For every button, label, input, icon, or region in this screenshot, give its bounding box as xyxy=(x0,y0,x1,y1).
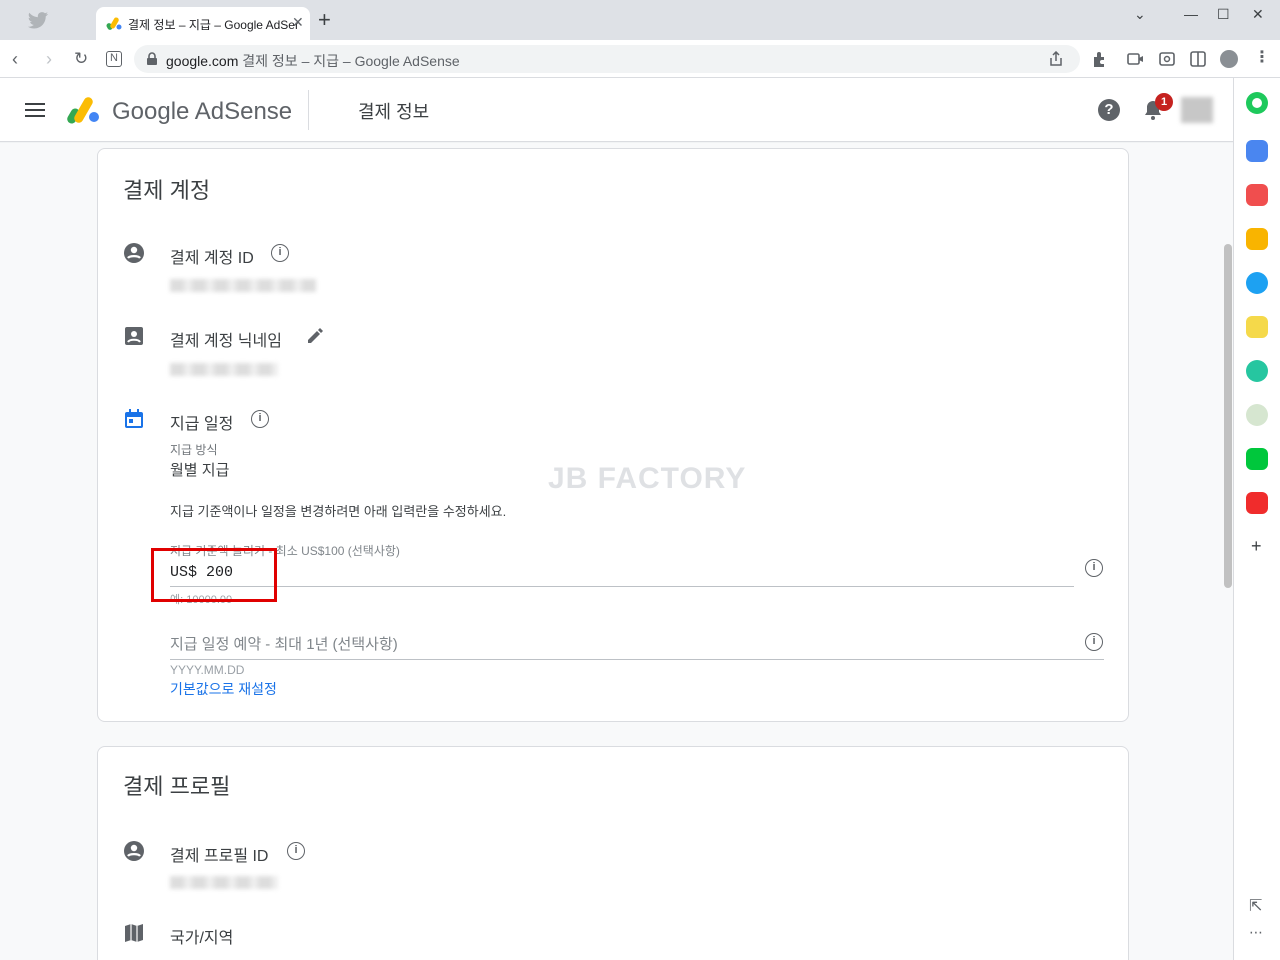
translate-icon[interactable] xyxy=(1246,272,1268,294)
map-icon xyxy=(125,924,143,942)
change-note: 지급 기준액이나 일정을 변경하려면 아래 입력란을 수정하세요. xyxy=(170,504,507,519)
character-icon[interactable] xyxy=(1246,404,1268,426)
account-id-label: 결제 계정 ID xyxy=(170,250,254,267)
notification-badge: 1 xyxy=(1155,93,1173,111)
schedule-date-info-icon[interactable]: i xyxy=(1085,633,1103,651)
payment-profile-card: 결제 프로필 결제 프로필 ID i 국가/지역 xyxy=(97,746,1129,960)
card-title: 결제 프로필 xyxy=(123,774,231,799)
browser-tab-bar: 결제 정보 – 지급 – Google AdSense ✕ + ⌄ — ☐ ✕ xyxy=(0,0,1280,40)
schedule-info-icon[interactable]: i xyxy=(251,410,269,428)
edit-pencil-icon[interactable] xyxy=(305,326,325,346)
green-app-icon[interactable] xyxy=(1246,92,1268,114)
url-text: google.com 결제 정보 – 지급 – Google AdSense xyxy=(166,51,460,71)
watermark: JB FACTORY xyxy=(548,462,747,495)
profile-id-label: 결제 프로필 ID xyxy=(170,848,269,865)
page-title: 결제 정보 xyxy=(358,102,430,122)
reload-icon[interactable]: ↻ xyxy=(74,49,88,69)
tab-search-chevron-icon[interactable]: ⌄ xyxy=(1134,6,1146,23)
schedule-date-hint: YYYY.MM.DD xyxy=(170,663,245,677)
calendar-icon xyxy=(125,409,143,428)
url-path: 결제 정보 – 지급 – Google AdSense xyxy=(242,53,460,69)
new-tab-button[interactable]: + xyxy=(318,9,331,31)
profile-id-value-redacted xyxy=(170,876,278,889)
tab-close-icon[interactable]: ✕ xyxy=(292,14,304,31)
back-icon[interactable]: ‹ xyxy=(12,49,18,69)
main-menu-icon[interactable] xyxy=(25,103,45,117)
add-app-icon[interactable]: + xyxy=(1251,536,1262,557)
nickname-value-redacted xyxy=(170,363,278,376)
account-id-info-icon[interactable]: i xyxy=(271,244,289,262)
sidebar-more-icon[interactable]: ⋯ xyxy=(1249,924,1263,941)
profile-id-info-icon[interactable]: i xyxy=(287,842,305,860)
twitter-bird-icon xyxy=(27,12,48,29)
minimize-icon[interactable]: — xyxy=(1184,6,1198,22)
account-id-value-redacted xyxy=(170,279,316,292)
threshold-underline xyxy=(170,586,1074,587)
tab-title: 결제 정보 – 지급 – Google AdSense xyxy=(128,18,298,32)
threshold-info-icon[interactable]: i xyxy=(1085,559,1103,577)
help-icon[interactable]: ? xyxy=(1098,99,1120,121)
card-title: 결제 계정 xyxy=(123,178,211,203)
side-panel-icon[interactable] xyxy=(1189,50,1207,68)
contact-card-icon xyxy=(125,327,143,345)
close-window-icon[interactable]: ✕ xyxy=(1252,6,1264,23)
video-icon[interactable] xyxy=(1126,50,1144,68)
account-circle-icon xyxy=(124,841,144,861)
share-icon[interactable] xyxy=(1048,51,1064,67)
account-circle-icon xyxy=(124,243,144,263)
menu-dots-icon[interactable]: ⋮ xyxy=(1254,48,1270,68)
browser-tab-active[interactable]: 결제 정보 – 지급 – Google AdSense ✕ xyxy=(96,7,310,40)
now-icon[interactable] xyxy=(1246,492,1268,514)
play-icon[interactable] xyxy=(1246,360,1268,382)
schedule-date-underline xyxy=(170,659,1104,660)
pocket-icon[interactable] xyxy=(1246,184,1268,206)
open-external-icon[interactable]: ⇱ xyxy=(1249,896,1262,916)
country-label: 국가/지역 xyxy=(170,930,234,947)
adsense-logo-icon xyxy=(67,97,99,124)
highlight-annotation-box xyxy=(151,548,277,602)
brand-name: Google AdSense xyxy=(112,98,293,125)
naver-n-icon[interactable]: N xyxy=(106,51,122,67)
lock-icon xyxy=(147,52,157,65)
nickname-label: 결제 계정 닉네임 xyxy=(170,333,282,350)
reset-default-link[interactable]: 기본값으로 재설정 xyxy=(170,679,277,699)
schedule-date-input[interactable]: 지급 일정 예약 - 최대 1년 (선택사항) xyxy=(170,633,398,654)
payment-account-card: 결제 계정 결제 계정 ID i 결제 계정 닉네임 지급 일정 i 지급 방식… xyxy=(97,148,1129,722)
header-divider xyxy=(308,90,309,130)
briefcase-icon[interactable] xyxy=(1246,140,1268,162)
webtoon-icon[interactable] xyxy=(1246,448,1268,470)
adsense-favicon-icon xyxy=(106,17,122,30)
address-bar[interactable]: google.com 결제 정보 – 지급 – Google AdSense xyxy=(134,45,1080,73)
method-label: 지급 방식 xyxy=(170,443,218,457)
browser-sidebar: + ⇱ ⋯ xyxy=(1233,78,1280,960)
forward-icon[interactable]: › xyxy=(46,49,52,69)
schedule-label: 지급 일정 xyxy=(170,416,234,433)
memo-icon[interactable] xyxy=(1246,316,1268,338)
star-bookmark-icon[interactable] xyxy=(1246,228,1268,250)
browser-toolbar: ‹ › ↻ N google.com 결제 정보 – 지급 – Google A… xyxy=(0,40,1280,78)
scrollbar-thumb[interactable] xyxy=(1224,244,1232,588)
method-value: 월별 지급 xyxy=(170,462,230,479)
account-avatar[interactable] xyxy=(1181,97,1213,123)
profile-avatar[interactable] xyxy=(1220,50,1238,68)
adsense-header: Google AdSense 결제 정보 ? 1 xyxy=(0,78,1233,142)
url-domain: google.com xyxy=(166,53,239,69)
extensions-puzzle-icon[interactable] xyxy=(1091,50,1109,68)
maximize-icon[interactable]: ☐ xyxy=(1217,6,1230,23)
screenshot-icon[interactable] xyxy=(1158,50,1176,68)
